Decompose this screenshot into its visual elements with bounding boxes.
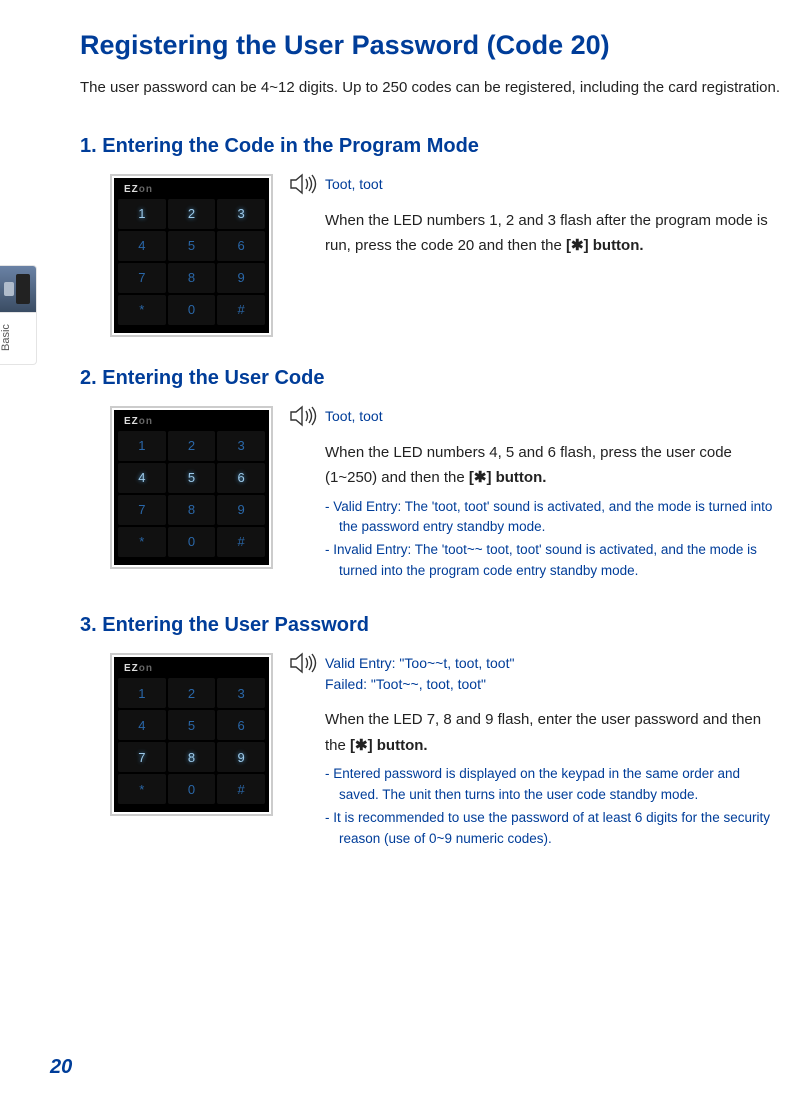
keypad-key: 6 xyxy=(217,231,265,261)
step-3: 3. Entering the User Password EZon 123 45… xyxy=(80,614,790,852)
step-desc: When the LED 7, 8 and 9 flash, enter the… xyxy=(289,707,782,758)
keypad-key: 8 xyxy=(168,742,216,772)
keypad-key: 9 xyxy=(217,742,265,772)
keypad-key: * xyxy=(118,774,166,804)
keypad-key: 9 xyxy=(217,495,265,525)
keypad-key: * xyxy=(118,295,166,325)
keypad-key: 4 xyxy=(118,463,166,493)
keypad-key: 5 xyxy=(168,231,216,261)
speaker-icon xyxy=(289,651,317,675)
step-title: 2. Entering the User Code xyxy=(80,367,790,390)
page-title: Registering the User Password (Code 20) xyxy=(80,30,790,61)
page-number: 20 xyxy=(50,1056,72,1079)
keypad-key: 1 xyxy=(118,678,166,708)
sound-row: Toot, toot xyxy=(289,406,782,428)
keypad-key: 2 xyxy=(168,431,216,461)
keypad-key: 0 xyxy=(168,527,216,557)
sound-label: Toot, toot xyxy=(325,406,383,427)
keypad-key: 1 xyxy=(118,431,166,461)
keypad-key: 2 xyxy=(168,199,216,229)
keypad-key: # xyxy=(217,527,265,557)
keypad-key: * xyxy=(118,527,166,557)
intro-text: The user password can be 4~12 digits. Up… xyxy=(80,75,790,101)
keypad-key: 7 xyxy=(118,263,166,293)
keypad-key: 5 xyxy=(168,463,216,493)
sound-row: Valid Entry: "Too~~t, toot, toot"Failed:… xyxy=(289,653,782,695)
sound-row: Toot, toot xyxy=(289,174,782,196)
keypad-key: 8 xyxy=(168,263,216,293)
keypad-key: 3 xyxy=(217,678,265,708)
keypad-key: 3 xyxy=(217,431,265,461)
step-notes: - Valid Entry: The 'toot, toot' sound is… xyxy=(289,497,782,583)
speaker-icon xyxy=(289,172,317,196)
keypad-image: EZon 123 456 789 *0# xyxy=(110,653,273,816)
side-tab: Basic xyxy=(0,265,37,365)
keypad-key: # xyxy=(217,774,265,804)
keypad-key: 4 xyxy=(118,231,166,261)
sound-label: Toot, toot xyxy=(325,174,383,195)
step-desc: When the LED numbers 4, 5 and 6 flash, p… xyxy=(289,440,782,491)
step-desc: When the LED numbers 1, 2 and 3 flash af… xyxy=(289,208,782,259)
keypad-brand: EZon xyxy=(118,184,265,199)
keypad-brand: EZon xyxy=(118,663,265,678)
keypad-key: 5 xyxy=(168,710,216,740)
side-tab-label: Basic xyxy=(0,313,12,363)
sound-label: Valid Entry: "Too~~t, toot, toot"Failed:… xyxy=(325,653,514,695)
keypad-key: 2 xyxy=(168,678,216,708)
keypad-image: EZon 123 456 789 *0# xyxy=(110,174,273,337)
step-title: 3. Entering the User Password xyxy=(80,614,790,637)
step-1: 1. Entering the Code in the Program Mode… xyxy=(80,135,790,337)
step-title: 1. Entering the Code in the Program Mode xyxy=(80,135,790,158)
speaker-icon xyxy=(289,404,317,428)
keypad-key: 0 xyxy=(168,295,216,325)
keypad-key: 9 xyxy=(217,263,265,293)
keypad-key: # xyxy=(217,295,265,325)
keypad-key: 7 xyxy=(118,495,166,525)
keypad-image: EZon 123 456 789 *0# xyxy=(110,406,273,569)
keypad-key: 7 xyxy=(118,742,166,772)
keypad-key: 3 xyxy=(217,199,265,229)
step-notes: - Entered password is displayed on the k… xyxy=(289,764,782,850)
device-thumb-icon xyxy=(0,266,36,313)
keypad-key: 6 xyxy=(217,710,265,740)
keypad-brand: EZon xyxy=(118,416,265,431)
step-2: 2. Entering the User Code EZon 123 456 789… xyxy=(80,367,790,585)
keypad-key: 4 xyxy=(118,710,166,740)
keypad-key: 8 xyxy=(168,495,216,525)
keypad-key: 1 xyxy=(118,199,166,229)
keypad-key: 6 xyxy=(217,463,265,493)
keypad-key: 0 xyxy=(168,774,216,804)
